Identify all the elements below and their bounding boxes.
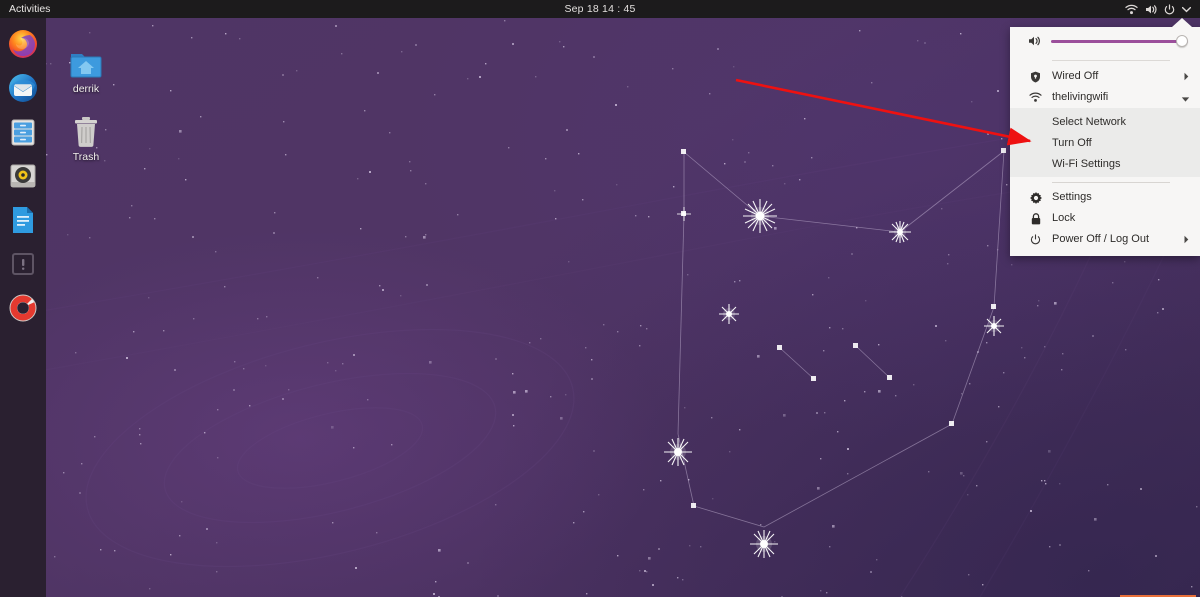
power-icon bbox=[1164, 4, 1175, 15]
wifi-icon bbox=[1029, 91, 1042, 104]
volume-slider-knob[interactable] bbox=[1176, 35, 1188, 47]
submenu-item-select-network[interactable]: Select Network bbox=[1010, 111, 1200, 132]
volume-slider-track bbox=[1051, 40, 1188, 43]
trash-icon bbox=[50, 108, 122, 148]
menu-item-label: Lock bbox=[1052, 213, 1190, 224]
dock-item-firefox[interactable] bbox=[7, 28, 39, 60]
desktop-icon-label: Trash bbox=[50, 152, 122, 164]
home-folder-icon bbox=[50, 40, 122, 80]
menu-item-lock[interactable]: Lock bbox=[1010, 208, 1200, 229]
gear-icon bbox=[1029, 191, 1042, 204]
menu-divider bbox=[1052, 60, 1170, 61]
lock-icon bbox=[1029, 212, 1042, 225]
menu-item-label: Wired Off bbox=[1052, 71, 1173, 82]
system-menu-panel: Wired Off thelivingwifi Select Network T… bbox=[1010, 27, 1200, 256]
power-icon bbox=[1029, 233, 1042, 246]
status-area-button[interactable] bbox=[1120, 0, 1196, 18]
dock-item-rhythmbox[interactable] bbox=[7, 160, 39, 192]
menu-divider bbox=[1052, 182, 1170, 183]
wifi-icon bbox=[1125, 4, 1138, 15]
submenu-item-turn-off[interactable]: Turn Off bbox=[1010, 132, 1200, 153]
menu-item-wired[interactable]: Wired Off bbox=[1010, 66, 1200, 87]
favorites-dock bbox=[0, 18, 46, 597]
chevron-down-icon bbox=[1182, 6, 1191, 13]
dock-item-libreoffice-writer[interactable] bbox=[7, 204, 39, 236]
dock-item-ubuntu-software[interactable] bbox=[7, 248, 39, 280]
chevron-right-icon bbox=[1183, 235, 1190, 244]
top-bar: Activities Sep 18 14 : 45 bbox=[0, 0, 1200, 18]
menu-item-wifi[interactable]: thelivingwifi bbox=[1010, 87, 1200, 108]
dock-item-help[interactable] bbox=[7, 292, 39, 324]
menu-item-label: Power Off / Log Out bbox=[1052, 234, 1173, 245]
dock-item-files[interactable] bbox=[7, 116, 39, 148]
wifi-submenu: Select Network Turn Off Wi-Fi Settings bbox=[1010, 108, 1200, 177]
submenu-item-wifi-settings[interactable]: Wi-Fi Settings bbox=[1010, 153, 1200, 174]
chevron-right-icon bbox=[1183, 72, 1190, 81]
chevron-down-icon bbox=[1181, 94, 1190, 101]
clock[interactable]: Sep 18 14 : 45 bbox=[0, 3, 1200, 15]
volume-icon bbox=[1028, 35, 1041, 48]
desktop-icon-trash[interactable]: Trash bbox=[50, 108, 122, 164]
volume-slider-row[interactable] bbox=[1010, 27, 1200, 55]
menu-item-label: Settings bbox=[1052, 192, 1190, 203]
shield-icon bbox=[1029, 70, 1042, 83]
desktop-icon-label: derrik bbox=[50, 84, 122, 96]
menu-item-settings[interactable]: Settings bbox=[1010, 187, 1200, 208]
dock-item-thunderbird[interactable] bbox=[7, 72, 39, 104]
menu-item-power-off-log-out[interactable]: Power Off / Log Out bbox=[1010, 229, 1200, 250]
menu-pointer-arrow bbox=[1172, 18, 1192, 27]
volume-slider[interactable] bbox=[1051, 34, 1188, 48]
desktop-icon-home-folder[interactable]: derrik bbox=[50, 40, 122, 96]
menu-item-label: thelivingwifi bbox=[1052, 92, 1171, 103]
volume-icon bbox=[1145, 4, 1157, 15]
